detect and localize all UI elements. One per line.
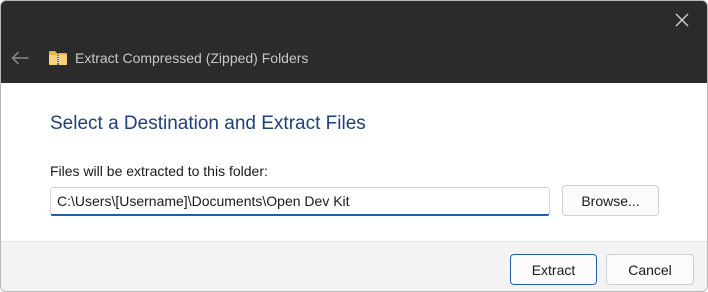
window-title: Extract Compressed (Zipped) Folders bbox=[75, 50, 309, 66]
dialog-content: Select a Destination and Extract Files F… bbox=[1, 83, 707, 241]
browse-button[interactable]: Browse... bbox=[562, 185, 659, 216]
close-button[interactable] bbox=[667, 7, 697, 33]
page-title: Select a Destination and Extract Files bbox=[50, 113, 366, 134]
zipped-folder-icon bbox=[49, 51, 67, 65]
close-icon bbox=[675, 13, 689, 27]
dialog-footer: Extract Cancel bbox=[1, 241, 707, 291]
destination-path-input[interactable] bbox=[50, 187, 550, 216]
cancel-button[interactable]: Cancel bbox=[606, 254, 694, 285]
extract-button[interactable]: Extract bbox=[510, 254, 597, 285]
back-arrow-icon bbox=[11, 51, 29, 65]
extract-dialog: Extract Compressed (Zipped) Folders Sele… bbox=[0, 0, 708, 292]
destination-label: Files will be extracted to this folder: bbox=[50, 163, 268, 179]
back-button[interactable] bbox=[7, 45, 33, 71]
title-bar: Extract Compressed (Zipped) Folders bbox=[1, 1, 707, 83]
